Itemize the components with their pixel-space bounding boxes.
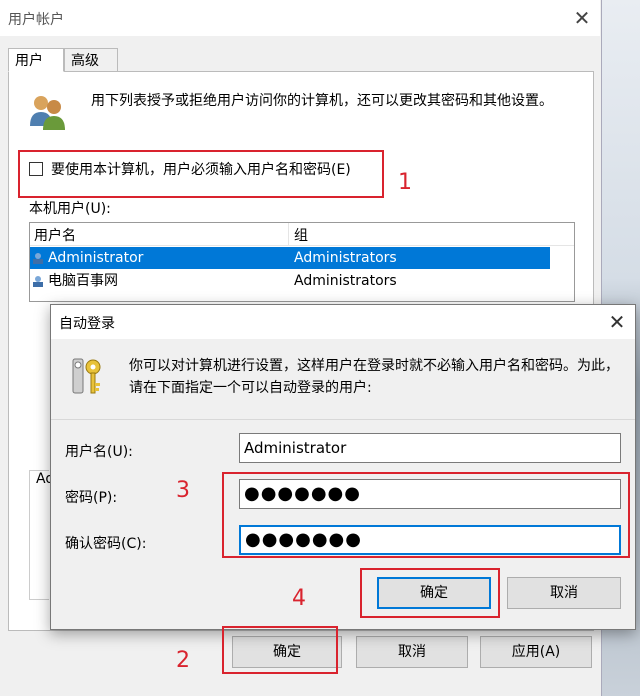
annotation-number-4: 4 [292,586,306,611]
row-username: 电脑百事网 [48,273,118,289]
confirm-password-label: 确认密码(C): [65,536,147,552]
table-row[interactable]: Administrator Administrators [30,247,550,269]
users-icon [30,96,65,130]
annotation-box-3 [222,472,630,558]
column-divider [288,223,289,245]
username-field[interactable]: Administrator [239,433,621,463]
row-group: Administrators [294,250,397,266]
keys-icon [72,358,101,394]
annotation-box-2 [222,626,338,674]
username-label: 用户名(U): [65,444,133,460]
apply-button[interactable]: 应用(A) [480,636,592,668]
dialog-cancel-button[interactable]: 取消 [507,577,621,609]
user-icon [33,276,43,287]
users-list[interactable]: 用户名 组 Administrator Administrators 电脑百事网… [29,222,575,302]
row-username: Administrator [48,250,144,266]
annotation-box-1 [18,150,384,198]
users-description: 用下列表授予或拒绝用户访问你的计算机，还可以更改其密码和其他设置。 [91,93,553,109]
annotation-box-4 [360,568,500,618]
column-header-group[interactable]: 组 [294,225,308,245]
user-icon [33,253,43,264]
tab-users[interactable]: 用户 [8,48,64,72]
close-icon[interactable]: ✕ [568,4,596,32]
dialog-description: 你可以对计算机进行设置，这样用户在登录时就不必输入用户名和密码。为此，请在下面指… [129,358,619,396]
close-icon[interactable]: ✕ [603,308,631,336]
dialog-title-bar: 自动登录 ✕ [51,305,635,339]
password-label: 密码(P): [65,490,118,506]
annotation-number-2: 2 [176,648,190,673]
cancel-button[interactable]: 取消 [356,636,468,668]
password-groupbox: Ad [29,470,55,600]
row-group: Administrators [294,273,397,289]
dialog-title: 自动登录 [59,316,115,332]
list-header: 用户名 组 [30,223,574,246]
tab-advanced[interactable]: 高级 [64,48,118,72]
window-title: 用户帐户 [8,12,64,28]
column-header-username[interactable]: 用户名 [34,225,76,245]
annotation-number-1: 1 [398,170,412,195]
annotation-number-3: 3 [176,478,190,503]
auto-login-dialog: 自动登录 ✕ 你可以对计算机进行设置，这样用户在登录时就不必输入用户名和密码。为… [50,304,636,630]
local-users-label: 本机用户(U): [29,201,111,217]
table-row[interactable]: 电脑百事网 Administrators [30,270,574,292]
divider [51,419,635,420]
title-bar: 用户帐户 ✕ [0,0,600,36]
